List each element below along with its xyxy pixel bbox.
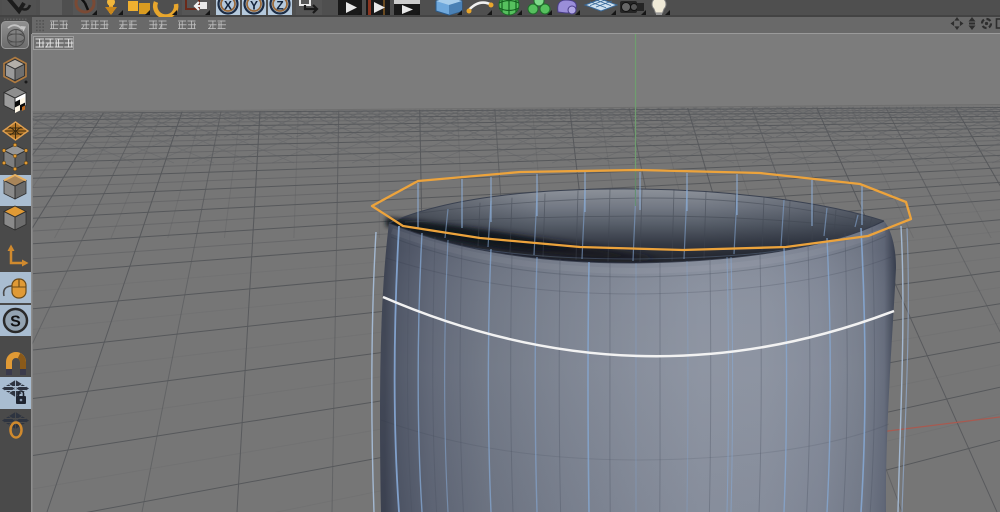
svg-text:Y: Y — [250, 0, 258, 13]
svg-text:S: S — [10, 314, 21, 331]
svg-text:X: X — [224, 0, 232, 13]
svg-text:Z: Z — [276, 0, 283, 13]
